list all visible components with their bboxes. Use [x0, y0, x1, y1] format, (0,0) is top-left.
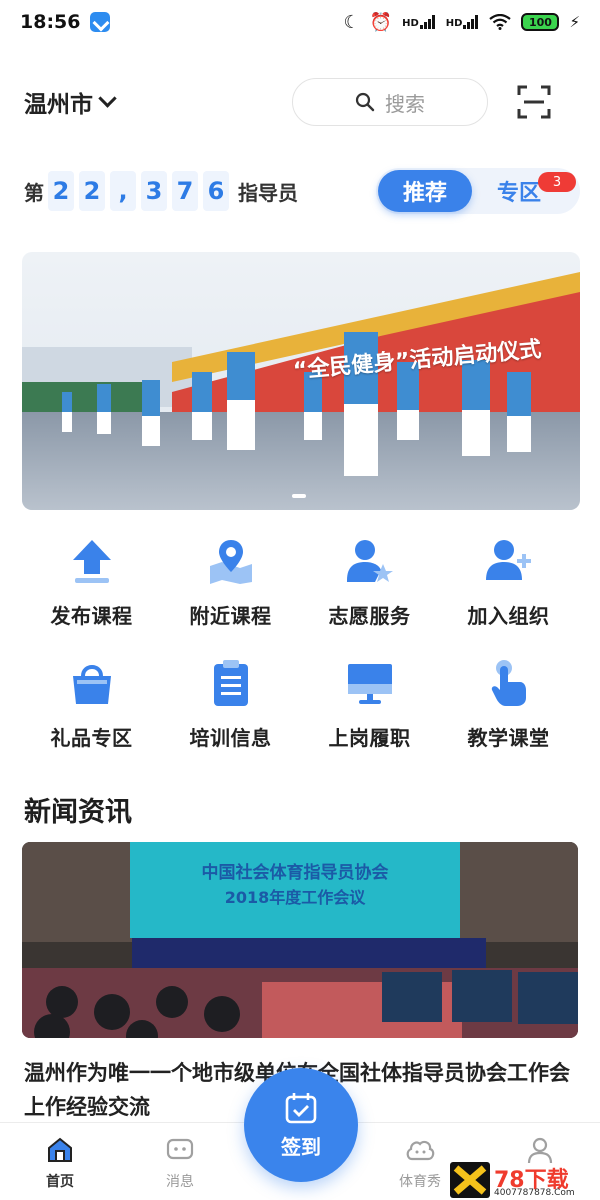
counter-separator: ,	[110, 171, 136, 211]
upload-arrow-icon	[72, 540, 111, 583]
grid-item-training-info[interactable]: 培训信息	[161, 654, 300, 754]
watermark-logo	[450, 1162, 490, 1198]
signal-1-icon: HD	[402, 15, 436, 29]
grid-label: 附近课程	[189, 604, 272, 628]
news-section-title: 新闻资讯	[24, 797, 132, 828]
grid-label: 加入组织	[467, 604, 550, 628]
grid-label: 礼品专区	[50, 726, 133, 750]
chevron-down-icon	[98, 88, 117, 108]
grid-item-on-duty[interactable]: 上岗履职	[300, 654, 439, 754]
user-star-icon	[346, 540, 393, 582]
search-icon	[355, 92, 375, 112]
counter-digit: 6	[203, 171, 229, 211]
grid-item-join-org[interactable]: 加入组织	[439, 532, 578, 632]
grid-label: 上岗履职	[328, 726, 411, 750]
grid-label: 发布课程	[50, 604, 133, 628]
zone-count-badge: 3	[538, 172, 576, 192]
city-selector[interactable]: 温州市	[24, 85, 117, 119]
counter-digit: 2	[48, 171, 74, 211]
banner-carousel[interactable]: “全民健身”活动启动仪式	[22, 252, 580, 510]
feature-grid: 发布课程 附近课程 志愿服务 加入组织 礼品专区 培训信息 上岗履职 教学课堂	[22, 532, 578, 754]
user-add-icon	[485, 540, 531, 580]
grid-item-teaching-class[interactable]: 教学课堂	[439, 654, 578, 754]
grid-item-volunteer[interactable]: 志愿服务	[300, 532, 439, 632]
grid-item-gift-zone[interactable]: 礼品专区	[22, 654, 161, 754]
cloud-face-icon	[406, 1140, 435, 1161]
nav-label-messages: 消息	[166, 1174, 194, 1190]
checkin-button[interactable]: 签到	[244, 1068, 358, 1182]
watermark-url: 4007787878.Com	[494, 1188, 575, 1198]
counter-digit: 2	[79, 171, 105, 211]
nav-sports-show[interactable]: 体育秀	[380, 1123, 460, 1200]
calendar-check-icon	[285, 1092, 317, 1123]
counter-digit: 3	[141, 171, 167, 211]
signal-2-icon: HD	[446, 15, 480, 29]
grid-label: 志愿服务	[328, 604, 411, 628]
status-bar: 18:56 ☾ ⏰ HD HD 100 ⚡	[0, 0, 600, 44]
battery-icon: 100	[521, 13, 560, 31]
grid-item-nearby-course[interactable]: 附近课程	[161, 532, 300, 632]
counter-suffix: 指导员	[238, 180, 298, 205]
counter-digit: 7	[172, 171, 198, 211]
search-placeholder: 搜索	[385, 91, 425, 116]
gift-bag-icon	[72, 665, 111, 704]
nav-label-show: 体育秀	[399, 1174, 441, 1190]
search-input[interactable]: 搜索	[292, 78, 488, 126]
status-time: 18:56	[20, 11, 81, 33]
moon-icon: ☾	[343, 11, 360, 33]
nav-messages[interactable]: 消息	[140, 1123, 220, 1200]
app-notification-icon	[90, 12, 111, 32]
city-name: 温州市	[24, 92, 93, 118]
scan-icon[interactable]	[516, 84, 552, 120]
stage-banner-line-2: 2018年度工作会议	[224, 888, 366, 907]
hd-label-2: HD	[445, 18, 463, 29]
news-cover-image[interactable]: 中国社会体育指导员协会 2018年度工作会议	[22, 842, 578, 1038]
chat-icon	[166, 1138, 194, 1160]
carousel-indicator	[292, 494, 306, 498]
grid-label: 教学课堂	[467, 726, 550, 750]
site-watermark: 78下载 4007787878.Com	[450, 1162, 596, 1198]
tab-recommend[interactable]: 推荐	[378, 170, 472, 212]
user-icon	[527, 1137, 553, 1164]
clipboard-icon	[213, 660, 248, 706]
header: 温州市 搜索	[0, 72, 600, 132]
tap-hand-icon	[491, 660, 526, 706]
grid-item-publish-course[interactable]: 发布课程	[22, 532, 161, 632]
counter-prefix: 第	[24, 180, 44, 205]
grid-label: 培训信息	[189, 726, 272, 750]
wifi-icon	[489, 14, 512, 30]
stage-banner-line-1: 中国社会体育指导员协会	[201, 863, 389, 883]
instructor-counter: 第 2 2 , 3 7 6 指导员	[24, 168, 298, 214]
nav-label-home: 首页	[46, 1174, 74, 1190]
charging-icon: ⚡	[569, 13, 580, 31]
hd-label-1: HD	[402, 18, 419, 29]
home-icon	[48, 1137, 72, 1162]
status-icons: ☾ ⏰ HD HD 100 ⚡	[344, 12, 580, 33]
counter-digits: 2 2 , 3 7 6	[48, 171, 234, 211]
alarm-icon: ⏰	[369, 11, 393, 33]
map-pin-icon	[209, 540, 252, 584]
nav-home[interactable]: 首页	[20, 1123, 100, 1200]
monitor-icon	[347, 664, 392, 704]
checkin-label: 签到	[281, 1134, 321, 1159]
